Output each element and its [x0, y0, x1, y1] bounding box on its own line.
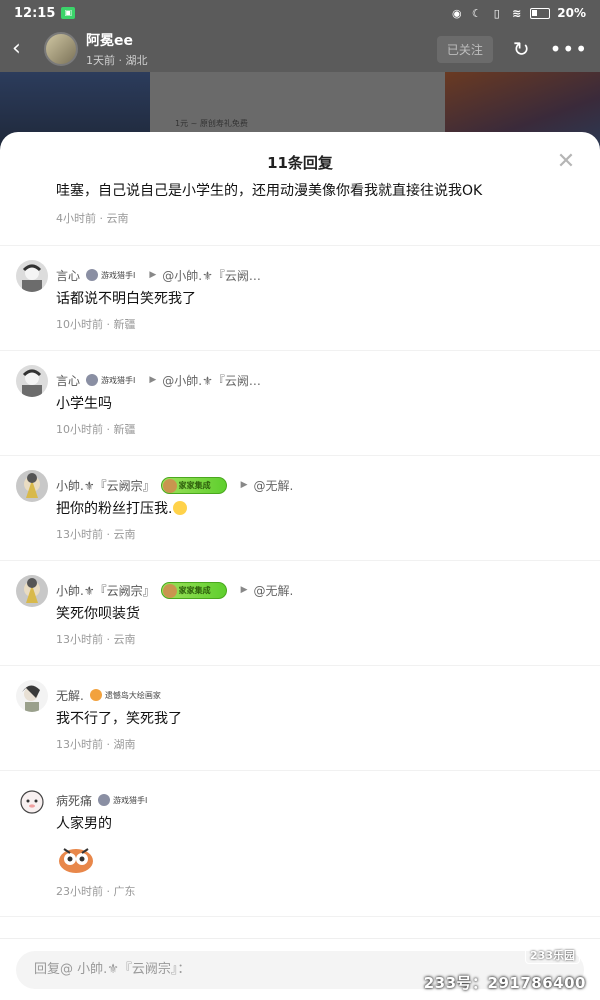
reply-arrow-icon: ▶ [149, 375, 157, 385]
reply-target[interactable]: @无解. [254, 477, 294, 494]
reply-text: 哇塞，自己说自己是小学生的，还用动漫美像你看我就直接往说我OK [56, 183, 483, 199]
follow-button[interactable]: 已关注 [436, 35, 493, 63]
moon-icon: ☾ [471, 6, 482, 20]
vibrate-icon: ▯ [493, 6, 500, 20]
reply-arrow-icon: ▶ [240, 585, 248, 595]
avatar[interactable] [16, 785, 48, 817]
reply-header: 小帥.⚜『云阙宗』 家家集成 ▶ @无解. [56, 581, 580, 599]
reply-target[interactable]: @小帥.⚜『云阙… [162, 267, 261, 284]
author-avatar[interactable] [44, 32, 78, 66]
username[interactable]: 病死痛 [56, 792, 92, 809]
reply-header: 小帥.⚜『云阙宗』 家家集成 ▶ @无解. [56, 476, 580, 494]
eye-icon: ◉ [451, 6, 462, 20]
username[interactable]: 言心 [56, 372, 80, 389]
close-icon[interactable]: ✕ [554, 150, 578, 174]
avatar[interactable] [16, 575, 48, 607]
reply-text: 我不行了，笑死我了 [56, 711, 182, 727]
avatar[interactable] [16, 470, 48, 502]
reply-header: 言心 游戏猎手Ⅰ ▶ @小帥.⚜『云阙… [56, 371, 580, 389]
reply-meta: 10小时前 · 新疆 [56, 318, 136, 331]
author-info: 阿冕ee 1天前 · 湖北 [86, 30, 148, 68]
reply-meta: 13小时前 · 云南 [56, 528, 136, 541]
replies-sheet: 11条回复 ✕ 哇塞，自己说自己是小学生的，还用动漫美像你看我就直接往说我OK … [0, 132, 600, 1000]
reply-meta: 13小时前 · 云南 [56, 633, 136, 646]
badge-icon [86, 374, 99, 386]
battery-icon [530, 7, 551, 19]
user-badge: 游戏猎手Ⅰ [98, 794, 147, 806]
reply-text: 话都说不明白笑死我了 [56, 291, 196, 307]
reply-item[interactable]: 小帥.⚜『云阙宗』 家家集成 ▶ @无解. 笑死你呗装货 13小时前 · 云南 [0, 561, 600, 666]
reply-arrow-icon: ▶ [240, 480, 248, 490]
reply-header: 无解. 遗憾岛大绘画家 [56, 686, 580, 704]
reply-item[interactable]: 哇塞，自己说自己是小学生的，还用动漫美像你看我就直接往说我OK 4小时前 · 云… [0, 176, 600, 246]
watermark-text: 233号：291786400 [423, 974, 586, 992]
username[interactable]: 言心 [56, 267, 80, 284]
post-header: ‹ 阿冕ee 1天前 · 湖北 已关注 ↻ ••• [0, 26, 600, 72]
reply-item[interactable]: 无解. 遗憾岛大绘画家 我不行了，笑死我了 13小时前 · 湖南 [0, 666, 600, 771]
reply-meta: 23小时前 · 广东 [56, 885, 136, 898]
user-badge: 游戏猎手Ⅰ [86, 269, 135, 281]
reply-text: 人家男的 [56, 816, 112, 832]
badge-icon [89, 689, 102, 701]
fan-badge-avatar [162, 478, 177, 493]
status-icons: ◉ ☾ ▯ ≋ 20% [450, 6, 586, 20]
media-caption: 1元 ~ 原创寿礼免费 [175, 119, 248, 128]
reply-text: 把你的粉丝打压我. [56, 500, 580, 518]
fan-badge-avatar [162, 583, 177, 598]
notification-icon: ▣ [61, 7, 76, 19]
user-badge: 游戏猎手Ⅰ [86, 374, 135, 386]
fan-badge: 家家集成 [160, 581, 227, 599]
reply-arrow-icon: ▶ [149, 270, 157, 280]
laugh-emoji-icon [173, 501, 188, 515]
sticker-image[interactable] [56, 841, 96, 875]
badge-icon [86, 269, 99, 281]
reply-header: 言心 游戏猎手Ⅰ ▶ @小帥.⚜『云阙… [56, 266, 580, 284]
reply-item[interactable]: 小帥.⚜『云阙宗』 家家集成 ▶ @无解. 把你的粉丝打压我. 13小时前 · … [0, 456, 600, 561]
username[interactable]: 无解. [56, 687, 84, 704]
author-name[interactable]: 阿冕ee [86, 30, 148, 50]
user-badge: 遗憾岛大绘画家 [89, 689, 161, 701]
reply-target[interactable]: @无解. [254, 582, 294, 599]
avatar[interactable] [16, 365, 48, 397]
reply-meta: 4小时前 · 云南 [56, 212, 129, 225]
reply-item[interactable]: 言心 游戏猎手Ⅰ ▶ @小帥.⚜『云阙… 话都说不明白笑死我了 10小时前 · … [0, 246, 600, 351]
avatar[interactable] [16, 260, 48, 292]
more-icon[interactable]: ••• [550, 37, 588, 61]
watermark-logo: 233乐园 [525, 946, 580, 964]
back-icon[interactable]: ‹ [12, 38, 34, 60]
share-icon[interactable]: ↻ [513, 37, 530, 61]
reply-list[interactable]: 哇塞，自己说自己是小学生的，还用动漫美像你看我就直接往说我OK 4小时前 · 云… [0, 176, 600, 917]
wifi-icon: ≋ [512, 6, 522, 20]
badge-icon [98, 794, 111, 806]
reply-text: 小学生吗 [56, 396, 112, 412]
avatar[interactable] [16, 680, 48, 712]
reply-item[interactable]: 病死痛 游戏猎手Ⅰ 人家男的 23小时前 · 广东 [0, 771, 600, 917]
fan-badge: 家家集成 [160, 476, 227, 494]
reply-meta: 10小时前 · 新疆 [56, 423, 136, 436]
username[interactable]: 小帥.⚜『云阙宗』 [56, 477, 155, 494]
reply-header: 病死痛 游戏猎手Ⅰ [56, 791, 580, 809]
status-time: 12:15 [14, 5, 56, 21]
username[interactable]: 小帥.⚜『云阙宗』 [56, 582, 155, 599]
reply-item[interactable]: 言心 游戏猎手Ⅰ ▶ @小帥.⚜『云阙… 小学生吗 10小时前 · 新疆 [0, 351, 600, 456]
author-meta: 1天前 · 湖北 [86, 54, 148, 67]
reply-target[interactable]: @小帥.⚜『云阙… [162, 372, 261, 389]
reply-meta: 13小时前 · 湖南 [56, 738, 136, 751]
status-bar: 12:15 ▣ ◉ ☾ ▯ ≋ 20% [0, 0, 600, 26]
battery-percent: 20% [557, 6, 586, 20]
reply-text: 笑死你呗装货 [56, 606, 140, 622]
